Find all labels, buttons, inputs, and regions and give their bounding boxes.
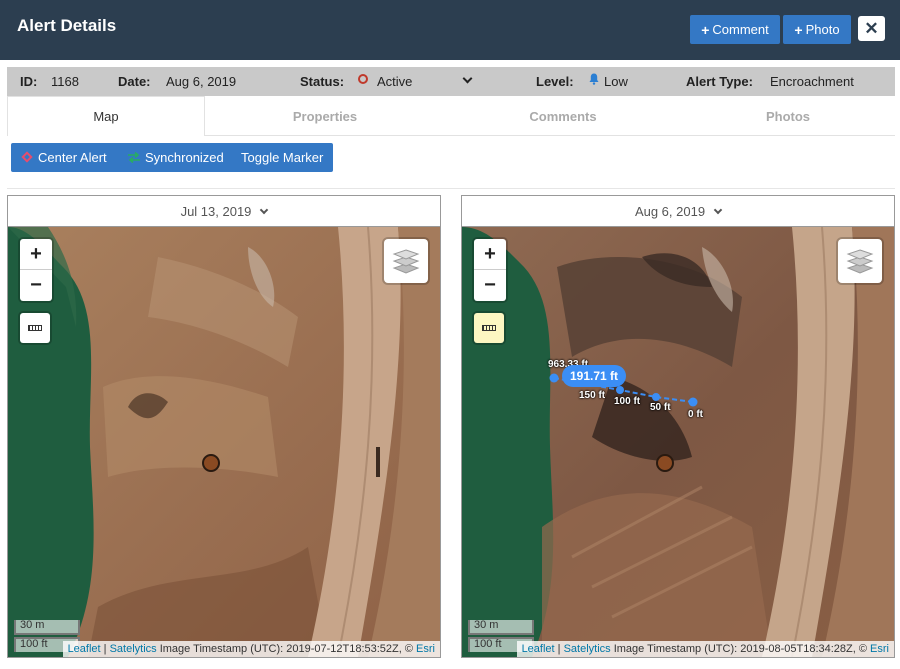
alert-type-value: Encroachment (770, 74, 854, 89)
level-value: Low (604, 74, 628, 89)
alert-info-bar: ID: 1168 Date: Aug 6, 2019 Status: Activ… (7, 67, 895, 96)
tab-bar: Map Properties Comments Photos (7, 96, 895, 136)
ruler-icon (28, 325, 42, 331)
zoom-out-button[interactable]: − (474, 270, 506, 301)
measure-label: 50 ft (650, 402, 671, 413)
zoom-in-button[interactable]: + (474, 239, 506, 270)
alert-marker[interactable] (656, 454, 674, 472)
id-label: ID: (20, 74, 38, 89)
measure-total-tooltip: 191.71 ft (562, 365, 626, 387)
map-panel-before: Jul 13, 2019 + − 30 m 100 ft Leaflet | S… (7, 195, 441, 658)
map-panel-after: Aug 6, 2019 963.33 ft 191.71 ft 150 ft 1… (461, 195, 895, 658)
tab-comments[interactable]: Comments (445, 96, 681, 136)
ruler-icon (482, 325, 496, 331)
toolbar-divider (7, 188, 895, 189)
scale-bar-metric: 30 m (468, 620, 534, 635)
zoom-control: + − (20, 239, 52, 301)
measure-label: 0 ft (688, 409, 703, 420)
date-selector-after[interactable]: Aug 6, 2019 (462, 196, 894, 227)
add-comment-button[interactable]: + Comment (690, 15, 780, 44)
id-value: 1168 (51, 74, 79, 89)
image-timestamp: Image Timestamp (UTC): 2019-07-12T18:53:… (156, 643, 417, 655)
measure-label: 150 ft (579, 390, 606, 401)
esri-link[interactable]: Esri (416, 643, 435, 655)
plus-icon: + (794, 21, 803, 38)
status-circle-icon (358, 74, 368, 84)
layers-control-button[interactable] (838, 239, 882, 283)
attribution-separator: | (554, 643, 564, 655)
add-photo-button[interactable]: + Photo (783, 15, 851, 44)
leaflet-link[interactable]: Leaflet (522, 643, 555, 655)
satellite-imagery (462, 227, 894, 657)
synchronized-toggle[interactable]: Synchronized (145, 150, 224, 165)
layers-icon (392, 249, 420, 274)
status-select[interactable]: Active (377, 74, 412, 89)
chevron-down-icon[interactable] (462, 73, 473, 84)
close-icon: ✕ (864, 18, 879, 38)
add-comment-label: Comment (712, 22, 769, 37)
scale-bar-metric: 30 m (14, 620, 80, 635)
image-timestamp: Image Timestamp (UTC): 2019-08-05T18:34:… (610, 643, 871, 655)
chevron-down-icon (260, 205, 269, 214)
chevron-down-icon (713, 205, 723, 214)
measure-tool-button[interactable] (474, 313, 504, 343)
satellite-imagery (8, 227, 440, 657)
attribution-separator: | (100, 643, 110, 655)
date-label: Date: (118, 74, 151, 89)
map-toolbar: Center Alert Synchronized Toggle Marker (11, 143, 333, 172)
satelytics-link[interactable]: Satelytics (564, 643, 611, 655)
date-selector-label: Jul 13, 2019 (180, 203, 252, 219)
tab-photos[interactable]: Photos (681, 96, 895, 136)
date-value: Aug 6, 2019 (166, 74, 237, 89)
close-button[interactable]: ✕ (858, 16, 885, 41)
add-photo-label: Photo (805, 22, 840, 37)
satellite-map-before[interactable]: + − 30 m 100 ft Leaflet | Satelytics Ima… (8, 227, 440, 657)
status-label: Status: (300, 74, 345, 89)
toggle-marker-button[interactable]: Toggle Marker (241, 150, 323, 165)
sync-arrows-icon (128, 152, 140, 163)
measure-label: 100 ft (614, 396, 641, 407)
layers-control-button[interactable] (384, 239, 428, 283)
alert-type-label: Alert Type: (686, 74, 753, 89)
esri-link[interactable]: Esri (870, 643, 889, 655)
map-attribution: Leaflet | Satelytics Image Timestamp (UT… (516, 641, 894, 657)
diamond-icon (21, 151, 33, 163)
layers-icon (846, 249, 874, 274)
date-selector-label: Aug 6, 2019 (634, 203, 706, 219)
alert-details-modal: Alert Details + Comment + Photo ✕ ID: 11… (0, 0, 900, 669)
modal-header: Alert Details + Comment + Photo ✕ (0, 0, 900, 60)
measure-tool-button[interactable] (20, 313, 50, 343)
zoom-in-button[interactable]: + (20, 239, 52, 270)
tab-properties[interactable]: Properties (205, 96, 445, 136)
bell-icon (589, 73, 599, 85)
satelytics-link[interactable]: Satelytics (110, 643, 157, 655)
zoom-control: + − (474, 239, 506, 301)
alert-marker[interactable] (202, 454, 220, 472)
modal-title: Alert Details (17, 16, 117, 35)
tab-map[interactable]: Map (7, 96, 205, 136)
level-label: Level: (536, 74, 574, 89)
satellite-map-after[interactable]: 963.33 ft 191.71 ft 150 ft 100 ft 50 ft … (462, 227, 894, 657)
leaflet-link[interactable]: Leaflet (68, 643, 101, 655)
map-attribution: Leaflet | Satelytics Image Timestamp (UT… (62, 641, 440, 657)
center-alert-button[interactable]: Center Alert (38, 150, 107, 165)
plus-icon: + (701, 21, 710, 38)
date-selector-before[interactable]: Jul 13, 2019 (8, 196, 440, 227)
zoom-out-button[interactable]: − (20, 270, 52, 301)
